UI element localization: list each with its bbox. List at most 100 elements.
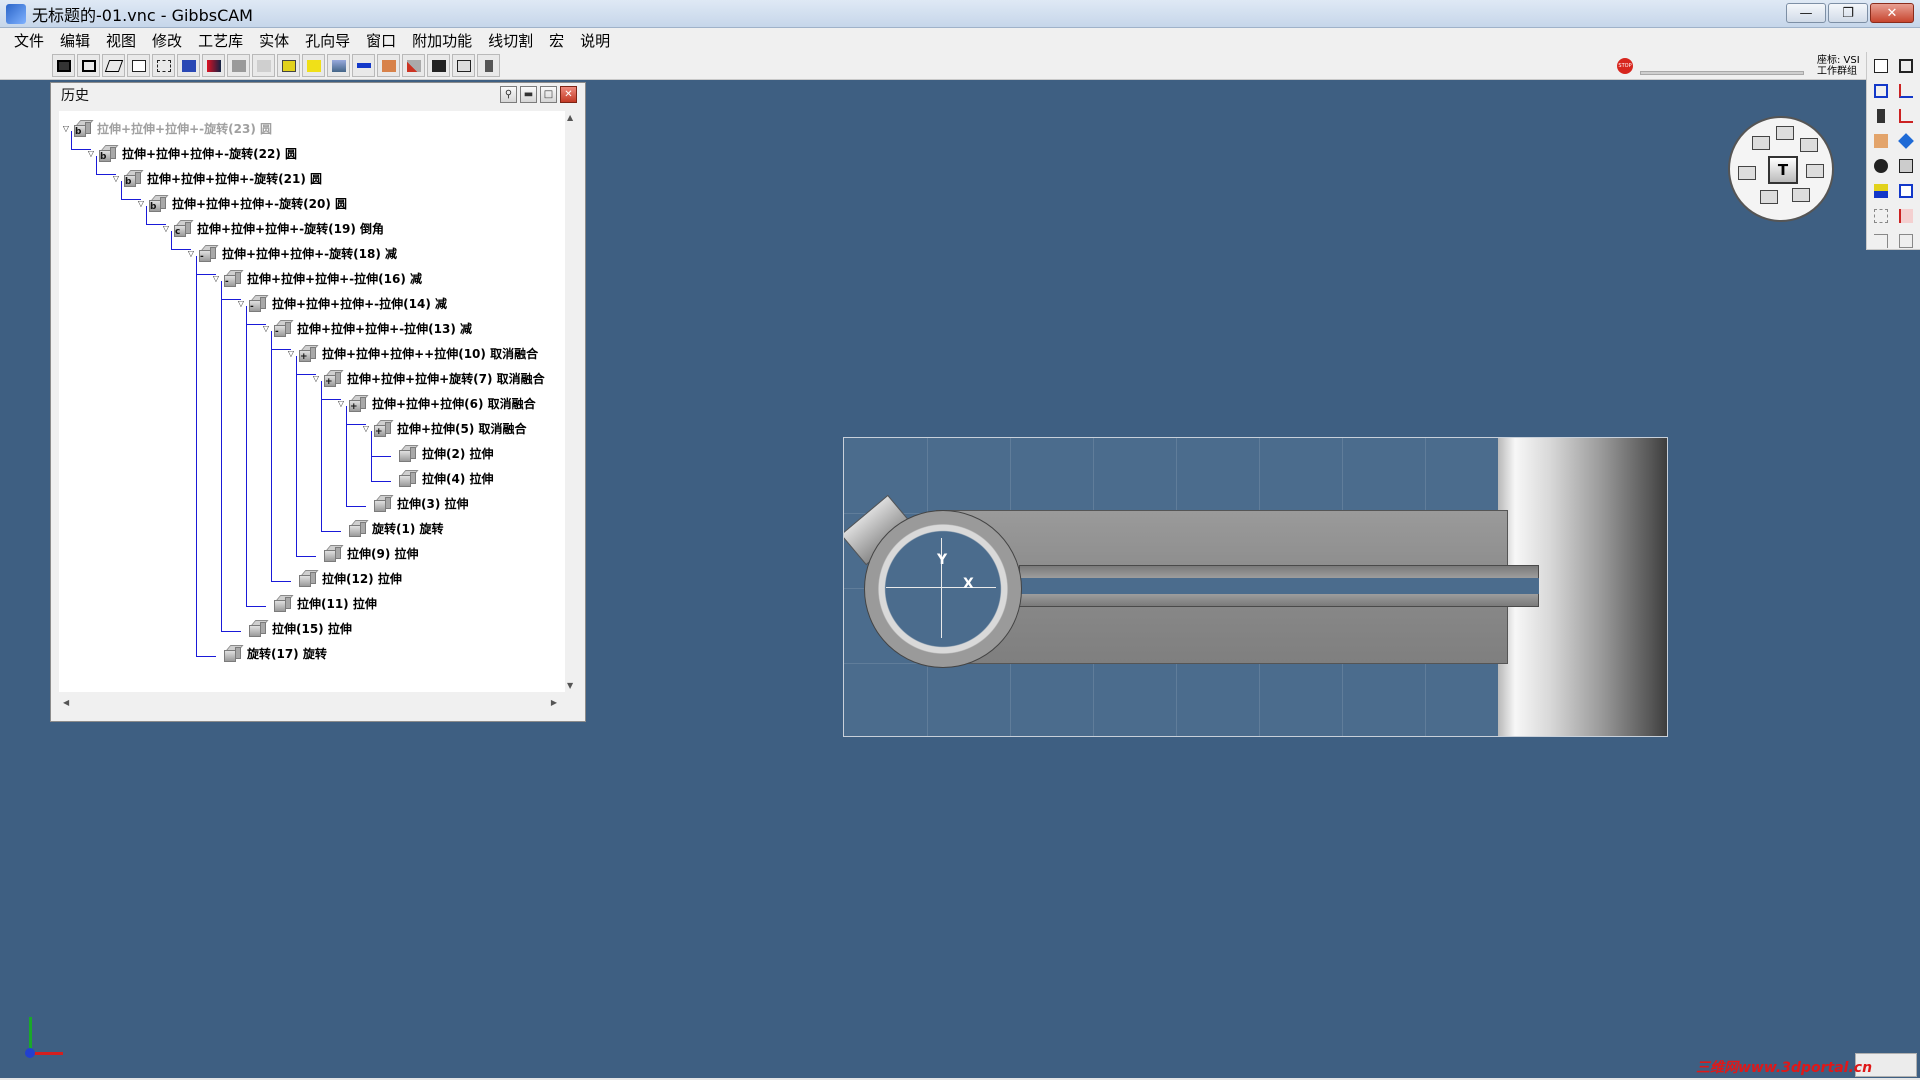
history-maximize-icon[interactable]: □ — [540, 86, 557, 103]
scroll-right-icon[interactable]: ▶ — [551, 698, 557, 707]
minimize-button[interactable]: — — [1786, 3, 1826, 23]
menu-hole-wizard[interactable]: 孔向导 — [297, 30, 358, 51]
history-node[interactable]: 拉伸(4) 拉伸 — [386, 468, 494, 488]
menu-edit[interactable]: 编辑 — [52, 30, 98, 51]
eye-view-icon[interactable] — [1870, 155, 1892, 177]
history-node[interactable]: ▽ b 拉伸+拉伸+拉伸+-旋转(22) 圆 — [86, 143, 297, 163]
tb-help-cursor-icon[interactable] — [477, 54, 500, 77]
collapse-icon[interactable]: ▽ — [236, 298, 246, 308]
menu-macro[interactable]: 宏 — [541, 30, 572, 51]
view-navigator[interactable]: T — [1728, 116, 1834, 222]
gibbscam-app-icon[interactable] — [6, 3, 26, 24]
collapse-icon[interactable]: ▽ — [136, 198, 146, 208]
tb-wireframe-icon[interactable] — [77, 54, 100, 77]
menu-plugins[interactable]: 附加功能 — [404, 30, 480, 51]
new-document-icon[interactable] — [1870, 55, 1892, 77]
tool-icon[interactable] — [1870, 105, 1892, 127]
history-horizontal-scrollbar[interactable]: ◀ ▶ — [59, 696, 567, 710]
history-node[interactable]: 旋转(17) 旋转 — [211, 643, 327, 663]
history-node[interactable]: ▽ - 拉伸+拉伸+拉伸+-拉伸(14) 减 — [236, 293, 447, 313]
history-node[interactable]: ▽ + 拉伸+拉伸(5) 取消融合 — [361, 418, 527, 438]
tb-pencil-icon[interactable] — [402, 54, 425, 77]
history-node[interactable]: ▽ + 拉伸+拉伸+拉伸++拉伸(10) 取消融合 — [286, 343, 538, 363]
tb-iso-view-icon[interactable] — [102, 54, 125, 77]
collapse-icon[interactable]: ▽ — [336, 398, 346, 408]
collapse-icon[interactable]: ▽ — [61, 123, 71, 133]
history-node[interactable]: 拉伸(9) 拉伸 — [311, 543, 419, 563]
collapse-icon[interactable]: ▽ — [286, 348, 296, 358]
screen-icon[interactable] — [1895, 180, 1917, 202]
history-close-icon[interactable]: ✕ — [560, 86, 577, 103]
hand-tool-icon[interactable] — [1870, 130, 1892, 152]
scroll-down-icon[interactable]: ▼ — [567, 681, 573, 690]
tb-shaded-icon[interactable] — [52, 54, 75, 77]
history-vertical-scrollbar[interactable]: ▲ ▼ — [565, 111, 577, 692]
stop-icon[interactable]: STOP — [1617, 58, 1633, 74]
tb-machine-icon[interactable] — [427, 54, 450, 77]
collapse-icon[interactable]: ▽ — [311, 373, 321, 383]
tb-grid-icon[interactable] — [177, 54, 200, 77]
history-node[interactable]: ▽ b 拉伸+拉伸+拉伸+-旋转(23) 圆 — [61, 118, 272, 138]
history-minimize-icon[interactable]: ▬ — [520, 86, 537, 103]
tb-print-icon[interactable] — [252, 54, 275, 77]
tb-hidden-icon[interactable] — [227, 54, 250, 77]
tb-orange-solid-icon[interactable] — [377, 54, 400, 77]
toolpath-icon[interactable] — [1870, 180, 1892, 202]
history-node[interactable]: ▽ - 拉伸+拉伸+拉伸+-旋转(18) 减 — [186, 243, 397, 263]
copy-document-icon[interactable] — [1895, 55, 1917, 77]
nav-bottom-icon[interactable] — [1792, 188, 1810, 202]
tb-select-icon[interactable] — [152, 54, 175, 77]
menu-solids[interactable]: 实体 — [251, 30, 297, 51]
menu-process-library[interactable]: 工艺库 — [190, 30, 251, 51]
menu-wire-edm[interactable]: 线切割 — [480, 30, 541, 51]
multi-box-icon[interactable] — [1895, 230, 1917, 252]
nav-right-icon[interactable] — [1806, 164, 1824, 178]
tb-color-icon[interactable] — [202, 54, 225, 77]
menu-file[interactable]: 文件 — [6, 30, 52, 51]
solid-box-icon[interactable] — [1895, 155, 1917, 177]
collapse-icon[interactable]: ▽ — [161, 223, 171, 233]
collapse-icon[interactable]: ▽ — [86, 148, 96, 158]
flag-icon[interactable] — [1895, 205, 1917, 227]
history-node[interactable]: ▽ b 拉伸+拉伸+拉伸+-旋转(21) 圆 — [111, 168, 322, 188]
scroll-up-icon[interactable]: ▲ — [567, 113, 573, 122]
tb-solid-yellow-icon[interactable] — [277, 54, 300, 77]
restore-button[interactable]: ❐ — [1828, 3, 1868, 23]
nav-top-view-button[interactable]: T — [1768, 156, 1798, 184]
tb-render-icon[interactable] — [452, 54, 475, 77]
menu-help[interactable]: 说明 — [572, 30, 618, 51]
menu-view[interactable]: 视图 — [98, 30, 144, 51]
scroll-left-icon[interactable]: ◀ — [63, 698, 69, 707]
axes-tool-icon[interactable] — [1895, 80, 1917, 102]
history-node[interactable]: 拉伸(3) 拉伸 — [361, 493, 469, 513]
angle-tool-icon[interactable] — [1895, 105, 1917, 127]
nav-home-icon[interactable] — [1752, 136, 1770, 150]
collapse-icon[interactable]: ▽ — [186, 248, 196, 258]
line-tool-icon[interactable] — [1870, 230, 1892, 252]
nav-rotate-icon[interactable] — [1738, 166, 1756, 180]
layer-blue-icon[interactable] — [1895, 130, 1917, 152]
dashed-box-icon[interactable] — [1870, 205, 1892, 227]
history-node[interactable]: ▽ + 拉伸+拉伸+拉伸+旋转(7) 取消融合 — [311, 368, 545, 388]
nav-iso-icon[interactable] — [1800, 138, 1818, 152]
model-view[interactable]: Y X — [843, 437, 1668, 737]
history-node[interactable]: ▽ c 拉伸+拉伸+拉伸+-旋转(19) 倒角 — [161, 218, 384, 238]
tb-solid-yellow2-icon[interactable] — [302, 54, 325, 77]
collapse-icon[interactable]: ▽ — [111, 173, 121, 183]
collapse-icon[interactable]: ▽ — [361, 423, 371, 433]
nav-top-icon[interactable] — [1776, 126, 1794, 140]
history-node[interactable]: 拉伸(11) 拉伸 — [261, 593, 377, 613]
history-node[interactable]: 旋转(1) 旋转 — [336, 518, 444, 538]
close-button[interactable]: ✕ — [1870, 3, 1914, 23]
history-node[interactable]: ▽ b 拉伸+拉伸+拉伸+-旋转(20) 圆 — [136, 193, 347, 213]
collapse-icon[interactable]: ▽ — [261, 323, 271, 333]
history-node[interactable]: ▽ + 拉伸+拉伸+拉伸(6) 取消融合 — [336, 393, 536, 413]
nav-front-icon[interactable] — [1760, 190, 1778, 204]
collapse-icon[interactable]: ▽ — [211, 273, 221, 283]
rectangle-tool-icon[interactable] — [1870, 80, 1892, 102]
history-node[interactable]: 拉伸(15) 拉伸 — [236, 618, 352, 638]
history-pin-icon[interactable]: ⚲ — [500, 86, 517, 103]
history-node[interactable]: 拉伸(2) 拉伸 — [386, 443, 494, 463]
tb-blue-bar-icon[interactable] — [352, 54, 375, 77]
history-node[interactable]: ▽ - 拉伸+拉伸+拉伸+-拉伸(13) 减 — [261, 318, 472, 338]
